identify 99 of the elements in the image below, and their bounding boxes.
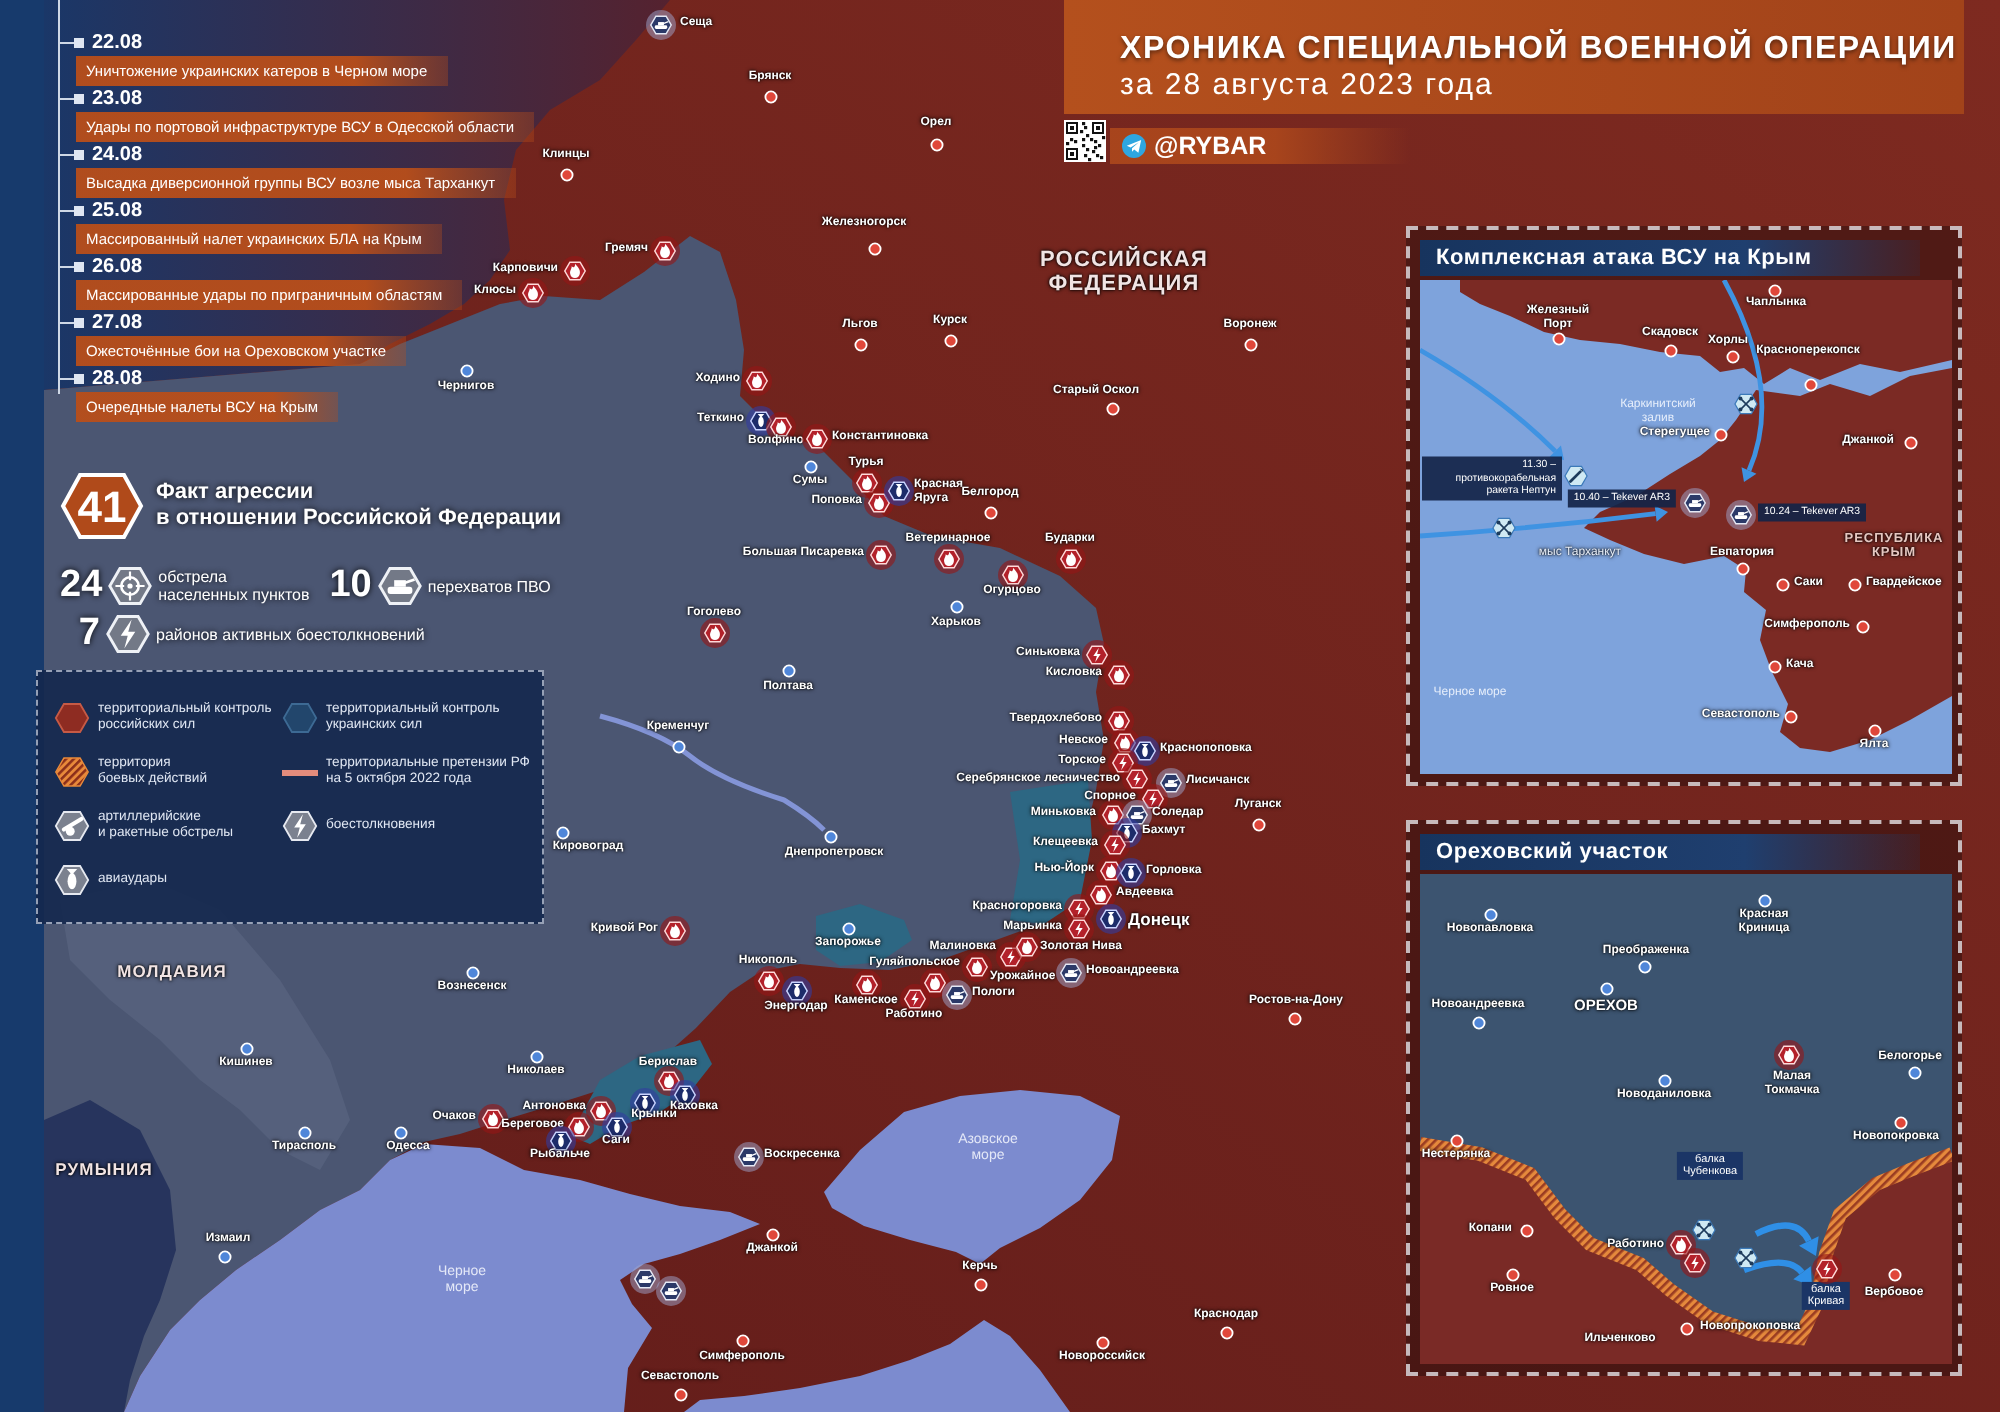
territory-swatch-icon	[282, 700, 318, 736]
tank-hexagon-icon	[655, 1275, 685, 1305]
fire-hexagon-icon	[563, 1111, 593, 1141]
attack-arrow	[1754, 1222, 1819, 1256]
lightning-hexagon-icon	[1081, 639, 1111, 669]
paper-plane-icon	[1122, 134, 1146, 158]
stat-count: 7	[76, 612, 100, 656]
stat-label: обстрела населенных пунктов	[158, 568, 310, 604]
lightning-hexagon-icon	[1099, 829, 1129, 859]
fire-hexagon-icon	[659, 915, 689, 945]
territory-swatch-icon	[54, 700, 90, 736]
lightning-hexagon-icon	[1811, 1253, 1841, 1283]
inset-title: Комплексная атака ВСУ на Крым	[1420, 240, 1920, 276]
bomb-hexagon-icon	[1095, 903, 1125, 933]
timeline-date: 25.08	[92, 198, 143, 224]
tank-hexagon-icon	[377, 564, 422, 608]
lightning-hexagon-icon	[1063, 913, 1093, 943]
cannon-hexagon-icon	[54, 808, 90, 844]
fire-hexagon-icon	[741, 365, 771, 395]
fire-hexagon-icon	[753, 965, 783, 995]
drone-hexagon-icon	[1734, 392, 1758, 416]
stat-label: районов активных боестолкновений	[156, 625, 425, 643]
fire-hexagon-icon	[649, 235, 679, 265]
lightning-hexagon-icon	[1121, 763, 1151, 793]
stat-count: 24	[60, 564, 103, 608]
fire-hexagon-icon	[1095, 855, 1125, 885]
fire-hexagon-icon	[1097, 799, 1127, 829]
timeline-date: 23.08	[92, 86, 143, 112]
timeline-marker-icon	[74, 38, 84, 48]
lightning-hexagon-icon	[1107, 747, 1137, 777]
fire-hexagon-icon	[1085, 879, 1115, 909]
fire-hexagon-icon	[933, 543, 963, 573]
timeline-marker-icon	[74, 374, 84, 384]
country-label: МОЛДАВИЯ	[117, 962, 227, 982]
tank-hexagon-icon	[733, 1141, 763, 1171]
bomb-hexagon-icon	[1115, 857, 1145, 887]
count-badge: 41	[60, 472, 144, 540]
lightning-hexagon-icon	[282, 808, 318, 844]
lightning-hexagon-icon	[1063, 893, 1093, 923]
timeline-marker-icon	[74, 318, 84, 328]
stat-label: перехватов ПВО	[427, 577, 551, 595]
fire-hexagon-icon	[865, 539, 895, 569]
bomb-hexagon-icon	[745, 405, 775, 435]
tank-hexagon-icon	[629, 1263, 659, 1293]
tank-hexagon-icon	[1679, 487, 1709, 517]
timeline-marker-icon	[74, 262, 84, 272]
country-label: РУМЫНИЯ	[55, 1160, 153, 1180]
target-hexagon-icon	[108, 564, 153, 608]
fire-hexagon-icon	[961, 951, 991, 981]
fire-hexagon-icon	[699, 617, 729, 647]
stat-count: 10	[329, 564, 372, 608]
place-label: Донецк	[1128, 910, 1190, 930]
fire-hexagon-icon	[801, 423, 831, 453]
timeline-date: 24.08	[92, 142, 143, 168]
drone-hexagon-icon	[1692, 1218, 1716, 1242]
fire-hexagon-icon	[653, 1065, 683, 1095]
fire-hexagon-icon	[559, 255, 589, 285]
tank-hexagon-icon	[1155, 767, 1185, 797]
fire-hexagon-icon	[919, 967, 949, 997]
timeline-date: 27.08	[92, 310, 143, 336]
bomb-hexagon-icon	[54, 862, 90, 898]
attack-arrow	[1420, 347, 1564, 460]
rocket-hexagon-icon	[1564, 464, 1588, 488]
country-label: РОССИЙСКАЯ ФЕДЕРАЦИЯ	[1040, 247, 1208, 297]
fire-hexagon-icon	[851, 467, 881, 497]
fire-hexagon-icon	[517, 277, 547, 307]
fire-hexagon-icon	[863, 487, 893, 517]
fire-hexagon-icon	[1103, 705, 1133, 735]
fire-hexagon-icon	[1011, 931, 1041, 961]
lightning-hexagon-icon	[1679, 1247, 1709, 1277]
timeline-marker-icon	[74, 206, 84, 216]
timeline-date: 28.08	[92, 366, 143, 392]
report-date: за 28 августа 2023 года	[1120, 68, 1496, 104]
qr-code-icon	[1064, 120, 1106, 162]
lightning-hexagon-icon	[106, 612, 150, 656]
fire-hexagon-icon	[1773, 1039, 1803, 1069]
timeline-date: 26.08	[92, 254, 143, 280]
line-swatch-icon	[282, 769, 318, 775]
fire-hexagon-icon	[1665, 1229, 1695, 1259]
summary-title: Факт агрессии в отношении Российской Федерации	[156, 480, 562, 532]
timeline-date: 22.08	[92, 30, 143, 56]
report-title: ХРОНИКА СПЕЦИАЛЬНОЙ ВОЕННОЙ ОПЕРАЦИИ	[1120, 30, 1959, 68]
tank-hexagon-icon	[1725, 499, 1755, 529]
tank-hexagon-icon	[941, 979, 971, 1009]
drone-hexagon-icon	[1492, 516, 1516, 540]
drone-hexagon-icon	[1734, 1246, 1758, 1270]
channel-handle: @RYBAR	[1154, 130, 1267, 164]
fire-hexagon-icon	[585, 1095, 615, 1125]
attack-arrow	[1742, 1259, 1812, 1286]
bomb-hexagon-icon	[883, 475, 913, 505]
tank-hexagon-icon	[1055, 957, 1085, 987]
bomb-hexagon-icon	[1129, 735, 1159, 765]
fire-hexagon-icon	[1055, 543, 1085, 573]
timeline-marker-icon	[74, 94, 84, 104]
fire-hexagon-icon	[1103, 659, 1133, 689]
inset-title: Ореховский участок	[1420, 834, 1920, 870]
hatched-swatch-icon	[54, 754, 90, 790]
tank-hexagon-icon	[645, 9, 675, 39]
timeline-marker-icon	[74, 150, 84, 160]
